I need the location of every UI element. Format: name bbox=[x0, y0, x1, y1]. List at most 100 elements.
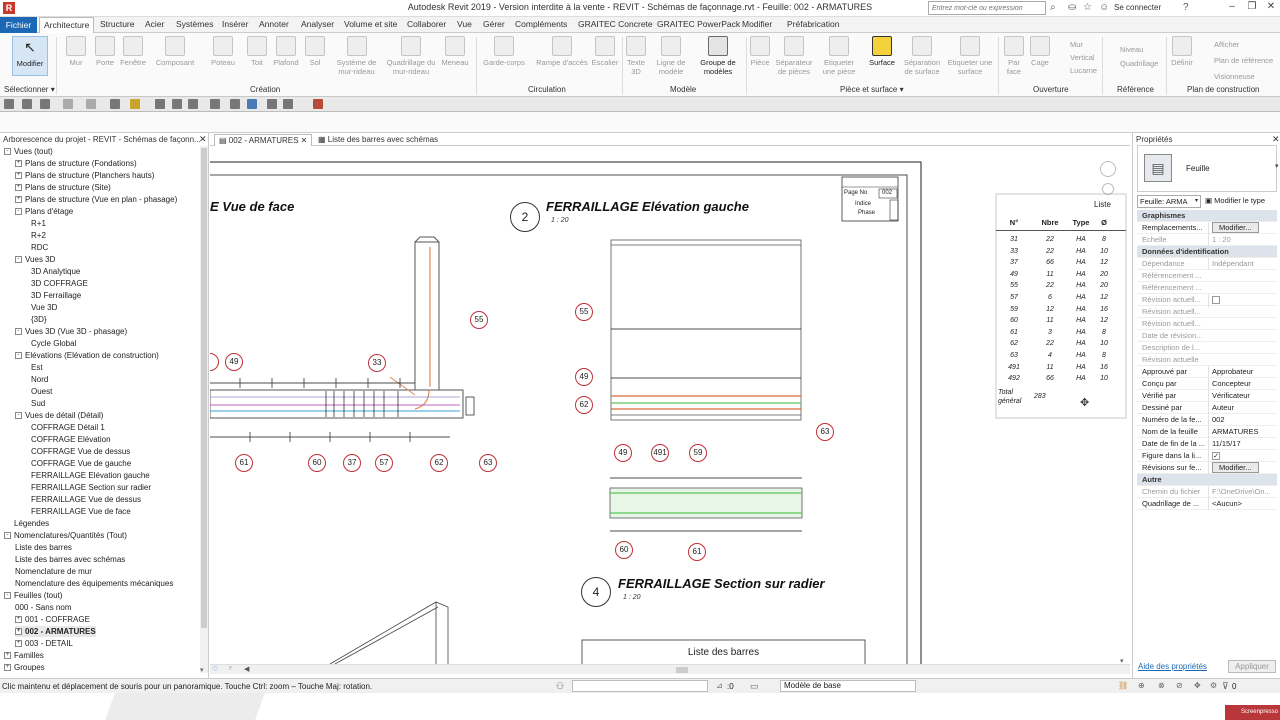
tab-acier[interactable]: Acier bbox=[145, 19, 164, 29]
steering-wheel-icon[interactable] bbox=[1100, 161, 1116, 177]
door-button[interactable]: Porte bbox=[91, 36, 119, 67]
floor-button[interactable]: Sol bbox=[303, 36, 327, 67]
property-row[interactable]: Révision actuell... bbox=[1137, 318, 1277, 330]
tree-item[interactable]: Nord bbox=[31, 374, 48, 385]
horizontal-scrollbar[interactable]: ♡ ♇ ◀ bbox=[210, 664, 1130, 674]
rebar-tag[interactable]: 57 bbox=[375, 454, 393, 472]
ceiling-button[interactable]: Plafond bbox=[270, 36, 302, 67]
collapse-icon[interactable]: - bbox=[15, 328, 22, 336]
tree-item[interactable]: R+2 bbox=[31, 230, 46, 241]
property-value[interactable]: F:\OneDrive\On... bbox=[1208, 486, 1278, 498]
tag-area-button[interactable]: Etiqueter une surface bbox=[947, 36, 993, 76]
railing-button[interactable]: Garde-corps bbox=[480, 36, 528, 67]
property-row[interactable]: Révision actuell... bbox=[1137, 294, 1277, 308]
property-value[interactable]: ARMATURES bbox=[1208, 426, 1278, 438]
curtain-grid-button[interactable]: Quadrillage du mur-rideau bbox=[385, 36, 437, 76]
drawing-canvas[interactable]: 49 33 55 61 60 37 57 62 63 55 49 62 63 49 491 59 60 61 E … bbox=[210, 147, 1130, 664]
zoom-icon[interactable] bbox=[1102, 183, 1114, 195]
user-icon[interactable]: ☺ bbox=[1099, 2, 1109, 13]
opening-wall-button[interactable]: Mur bbox=[1058, 38, 1097, 51]
rebar-tag[interactable]: 60 bbox=[615, 541, 633, 559]
tree-item[interactable]: Cycle Global bbox=[31, 338, 76, 349]
star-icon[interactable]: ☆ bbox=[1083, 2, 1092, 13]
tree-item[interactable]: + Plans de structure (Fondations) bbox=[15, 158, 137, 169]
print-icon[interactable] bbox=[110, 99, 120, 109]
scroll-down-arrow[interactable]: ▾ bbox=[200, 666, 204, 674]
tree-item[interactable]: Liste des barres avec schémas bbox=[15, 554, 125, 565]
tree-item[interactable]: COFFRAGE Vue de dessus bbox=[31, 446, 130, 457]
shaft-button[interactable]: Cage bbox=[1028, 36, 1052, 67]
rebar-tag[interactable]: 33 bbox=[368, 354, 386, 372]
property-value[interactable]: Vérificateur bbox=[1208, 390, 1278, 402]
tree-item[interactable]: - Nomenclatures/Quantités (Tout) bbox=[4, 530, 127, 541]
tree-item[interactable]: +001 - COFFRAGE bbox=[15, 614, 90, 625]
expand-icon[interactable]: + bbox=[15, 628, 22, 636]
view-cube-mini-icon[interactable]: ♡ bbox=[212, 665, 218, 673]
tab-complements[interactable]: Compléments bbox=[515, 19, 567, 29]
mullion-button[interactable]: Meneau bbox=[438, 36, 472, 67]
tree-item[interactable]: FERRAILLAGE Section sur radier bbox=[31, 482, 151, 493]
apply-button[interactable]: Appliquer bbox=[1228, 660, 1276, 673]
tree-item[interactable]: 3D COFFRAGE bbox=[31, 278, 88, 289]
property-row[interactable]: Révision actuell... bbox=[1137, 306, 1277, 318]
wall-button[interactable]: Mur bbox=[62, 36, 90, 67]
tree-item[interactable]: Nomenclature des équipements mécaniques bbox=[15, 578, 173, 589]
area-button[interactable]: Surface bbox=[864, 36, 900, 67]
dormer-button[interactable]: Lucarne bbox=[1058, 64, 1097, 77]
edit-type-button[interactable]: ▣ Modifier le type bbox=[1205, 195, 1265, 207]
property-value[interactable]: Approbateur bbox=[1208, 366, 1278, 378]
select-by-face-icon[interactable]: ⊘ bbox=[1176, 681, 1183, 690]
level-button[interactable]: Niveau bbox=[1108, 43, 1158, 57]
column-button[interactable]: Poteau bbox=[208, 36, 238, 67]
property-value[interactable]: 1 : 20 bbox=[1208, 234, 1278, 246]
property-row[interactable]: Conçu par Concepteur bbox=[1137, 378, 1277, 390]
design-option-dropdown[interactable]: Modèle de base bbox=[780, 680, 916, 692]
expand-icon[interactable]: + bbox=[4, 664, 11, 672]
3d-view-icon[interactable] bbox=[210, 99, 220, 109]
rebar-tag[interactable]: 37 bbox=[343, 454, 361, 472]
property-row[interactable]: Remplacements... Modifier... bbox=[1137, 222, 1277, 234]
property-value[interactable]: Auteur bbox=[1208, 402, 1278, 414]
collapse-icon[interactable]: - bbox=[4, 532, 11, 540]
rebar-tag[interactable]: 63 bbox=[479, 454, 497, 472]
help-icon[interactable]: ? bbox=[1183, 2, 1189, 13]
search-input[interactable] bbox=[928, 1, 1046, 15]
tree-item[interactable]: Ouest bbox=[31, 386, 52, 397]
panel-select-label[interactable]: Sélectionner ▾ bbox=[4, 85, 55, 94]
workset-dropdown[interactable] bbox=[572, 680, 708, 692]
undo-icon[interactable] bbox=[63, 99, 73, 109]
tree-item[interactable]: - Feuilles (tout) bbox=[4, 590, 62, 601]
tab-inserer[interactable]: Insérer bbox=[222, 19, 248, 29]
collapse-icon[interactable]: - bbox=[15, 352, 22, 360]
close-icon[interactable]: ✕ bbox=[199, 134, 207, 145]
rebar-tag[interactable]: 61 bbox=[235, 454, 253, 472]
property-row[interactable]: Chemin du fichier F:\OneDrive\On... bbox=[1137, 486, 1277, 498]
tree-item[interactable]: Vue 3D bbox=[31, 302, 57, 313]
property-row[interactable]: Référencement ... bbox=[1137, 270, 1277, 282]
model-group-button[interactable]: Groupe de modèles bbox=[694, 36, 742, 76]
ref-plane-button[interactable]: Plan de référence bbox=[1200, 53, 1273, 69]
model-line-button[interactable]: Ligne de modèle bbox=[652, 36, 690, 76]
tree-item[interactable]: 000 - Sans nom bbox=[15, 602, 71, 613]
expand-icon[interactable]: + bbox=[15, 196, 22, 204]
collapse-icon[interactable]: - bbox=[4, 592, 11, 600]
tree-item[interactable]: 3D Ferraillage bbox=[31, 290, 81, 301]
tree-item[interactable]: - Vues (tout) bbox=[4, 146, 53, 157]
tree-item[interactable]: - Plans d'étage bbox=[15, 206, 73, 217]
rebar-tag[interactable]: 49 bbox=[614, 444, 632, 462]
rebar-tag[interactable]: 55 bbox=[575, 303, 593, 321]
model-text-button[interactable]: Texte 3D bbox=[624, 36, 648, 76]
tree-item[interactable]: 3D Analytique bbox=[31, 266, 80, 277]
collapse-icon[interactable]: - bbox=[15, 412, 22, 420]
property-value[interactable]: ✓ bbox=[1208, 450, 1278, 462]
tree-item[interactable]: COFFRAGE Elévation bbox=[31, 434, 111, 445]
grid-button[interactable]: Quadrillage bbox=[1108, 57, 1158, 71]
area-boundary-button[interactable]: Séparation de surface bbox=[902, 36, 942, 76]
properties-section-header[interactable]: Données d'identification bbox=[1137, 246, 1277, 258]
close-icon[interactable]: ✕ bbox=[1272, 134, 1280, 145]
property-value[interactable]: <Aucun> bbox=[1208, 498, 1278, 510]
property-value[interactable]: 11/15/17 bbox=[1208, 438, 1278, 450]
binoculars-icon[interactable]: ⌕ bbox=[1050, 2, 1056, 13]
rebar-tag[interactable]: 61 bbox=[688, 543, 706, 561]
property-row[interactable]: Révisions sur fe... Modifier... bbox=[1137, 462, 1277, 474]
